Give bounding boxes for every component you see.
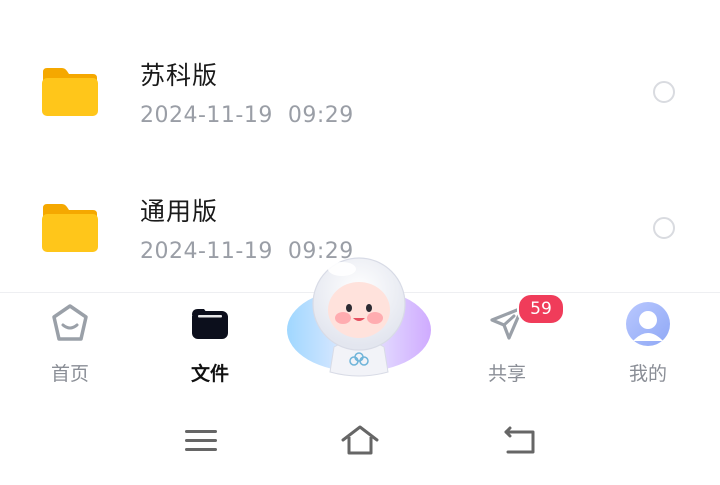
tab-files[interactable]: 文件 [150, 293, 270, 393]
avatar-icon [626, 302, 670, 346]
system-nav-bar [0, 393, 720, 485]
home-icon[interactable] [340, 423, 380, 457]
folder-icon [192, 309, 228, 339]
home-icon [52, 304, 88, 341]
folder-icon [42, 68, 98, 116]
tab-mine[interactable]: 我的 [588, 293, 708, 393]
tab-label: 文件 [190, 363, 229, 385]
select-checkbox[interactable] [653, 81, 675, 103]
menu-icon[interactable] [181, 423, 221, 457]
file-date: 2024-11-19 09:29 [140, 103, 354, 128]
tab-label: 我的 [628, 363, 667, 385]
folder-icon [42, 204, 98, 252]
file-name: 苏科版 [140, 61, 219, 90]
file-name: 通用版 [140, 197, 219, 226]
tab-label: 首页 [50, 363, 89, 385]
file-row[interactable]: 苏科版 2024-11-19 09:29 [0, 22, 720, 158]
tab-label: 共享 [487, 363, 526, 385]
share-notification-badge: 59 [517, 293, 565, 325]
astronaut-mascot[interactable] [284, 252, 434, 382]
select-checkbox[interactable] [653, 217, 675, 239]
back-icon[interactable] [500, 423, 540, 457]
tab-home[interactable]: 首页 [10, 293, 130, 393]
